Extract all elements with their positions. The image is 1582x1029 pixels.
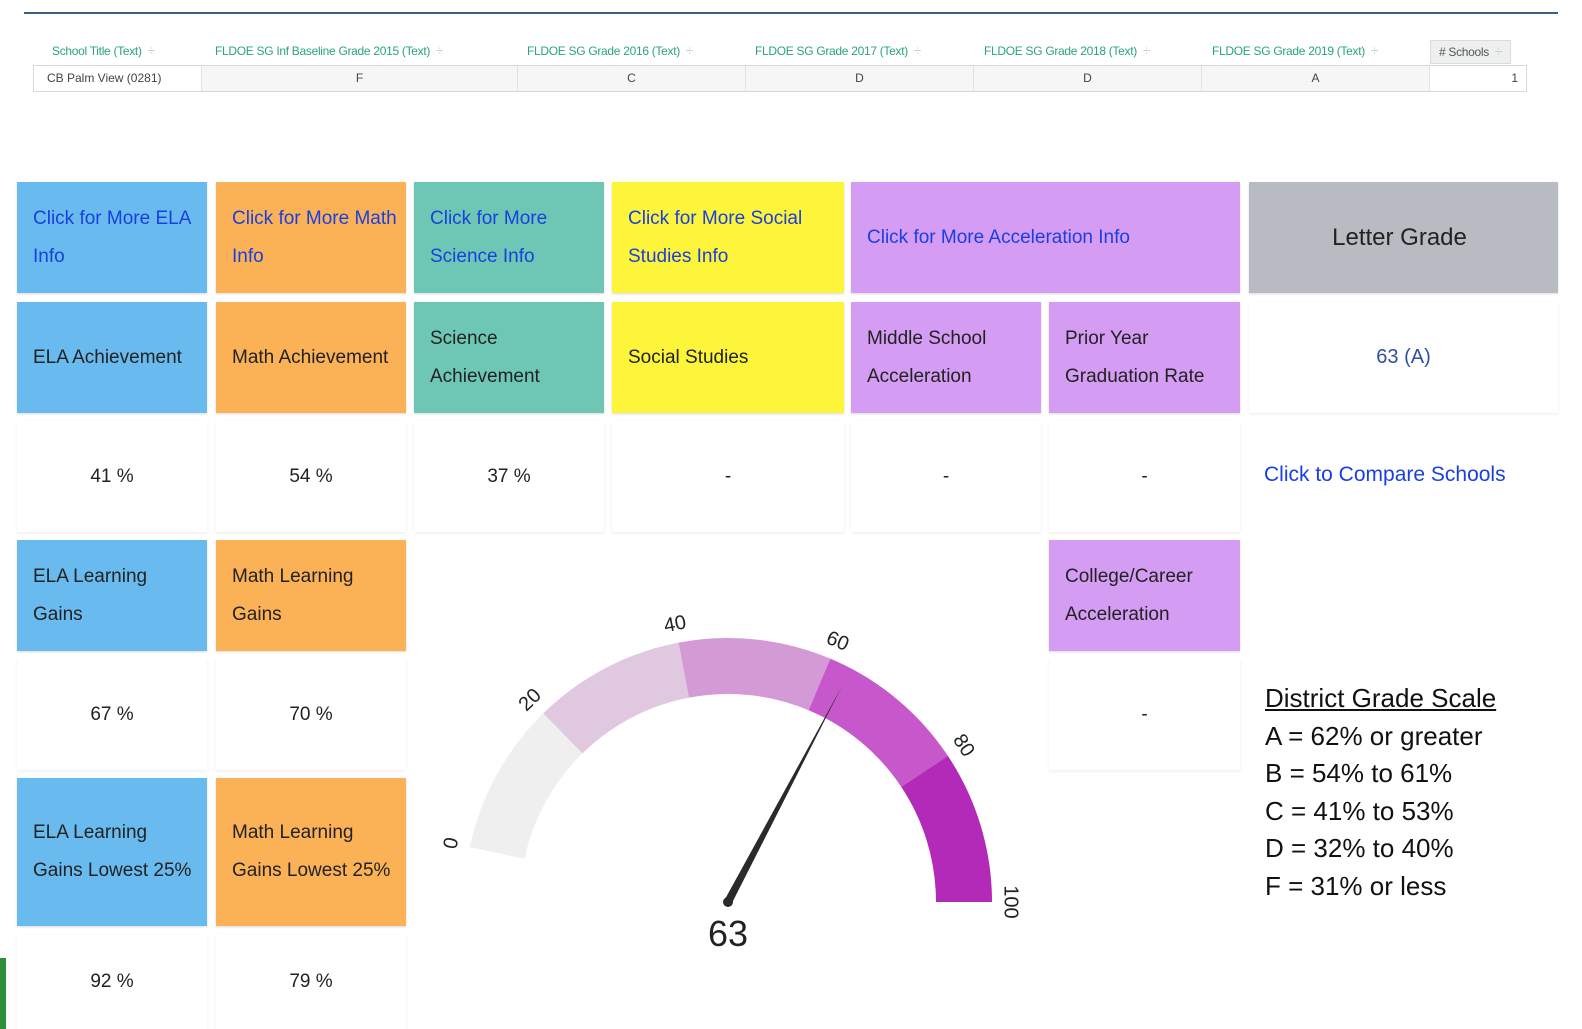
- left-edge-accent: [0, 958, 6, 1029]
- cell-grade-2018: D: [974, 66, 1202, 91]
- cell-schools-count: 1: [1430, 66, 1526, 91]
- math-learning-gains-value: 70 %: [216, 659, 406, 770]
- acceleration-info-link[interactable]: Click for More Acceleration Info: [851, 182, 1240, 293]
- ela-achievement-value: 41 %: [17, 421, 207, 532]
- gauge-value-label: 63: [708, 913, 748, 954]
- ela-learning-gains-value: 67 %: [17, 659, 207, 770]
- sort-icon[interactable]: ÷: [148, 43, 155, 58]
- prior-year-graduation-value: -: [1049, 421, 1240, 532]
- ela-learning-gains-header: ELA Learning Gains: [17, 540, 207, 651]
- sort-icon[interactable]: ÷: [686, 43, 693, 58]
- math-achievement-header: Math Achievement: [216, 302, 406, 413]
- gauge-tick-label: 0: [440, 835, 464, 850]
- math-info-link[interactable]: Click for More Math Info: [216, 182, 406, 293]
- sort-icon[interactable]: ÷: [1143, 43, 1150, 58]
- math-achievement-value: 54 %: [216, 421, 406, 532]
- letter-grade-gauge: 0 20 40 60 80 100 63: [440, 611, 1022, 954]
- col-header-school-title[interactable]: School Title (Text) ÷: [52, 38, 155, 64]
- sort-icon[interactable]: ÷: [914, 43, 921, 58]
- letter-grade-value: 63 (A): [1249, 302, 1558, 413]
- college-career-value: -: [1049, 659, 1240, 770]
- social-studies-header: Social Studies: [612, 302, 844, 413]
- scale-line: B = 54% to 61%: [1265, 758, 1453, 788]
- col-header-grade-2018[interactable]: FLDOE SG Grade 2018 (Text) ÷: [984, 38, 1150, 64]
- gauge-tick-label: 40: [662, 611, 688, 637]
- cell-grade-2016: C: [518, 66, 746, 91]
- gauge-tick-label: 100: [1000, 885, 1022, 918]
- social-studies-info-link[interactable]: Click for More Social Studies Info: [612, 182, 844, 293]
- prior-year-graduation-header: Prior Year Graduation Rate: [1049, 302, 1240, 413]
- college-career-header: College/Career Acceleration: [1049, 540, 1240, 651]
- sort-icon[interactable]: ÷: [1495, 44, 1502, 59]
- gauge-band: [808, 658, 948, 787]
- col-header-schools[interactable]: # Schools ÷: [1430, 40, 1511, 64]
- scale-line: F = 31% or less: [1265, 870, 1447, 901]
- middle-school-acceleration-value: -: [851, 421, 1041, 532]
- scale-title: District Grade Scale: [1265, 683, 1497, 713]
- top-divider: [24, 12, 1558, 14]
- cell-grade-2019: A: [1202, 66, 1430, 91]
- math-lowest-header: Math Learning Gains Lowest 25%: [216, 778, 406, 926]
- sort-icon[interactable]: ÷: [1371, 43, 1378, 58]
- middle-school-acceleration-header: Middle School Acceleration: [851, 302, 1041, 413]
- gauge-tick-label: 60: [823, 627, 852, 656]
- gauge-tick-label: 20: [515, 684, 546, 715]
- table-row[interactable]: CB Palm View (0281) F C D D A 1: [33, 65, 1527, 92]
- science-achievement-value: 37 %: [414, 421, 604, 532]
- gauge-tick-label: 80: [948, 730, 979, 761]
- math-lowest-value: 79 %: [216, 935, 406, 1029]
- col-header-grade-2015[interactable]: FLDOE SG Inf Baseline Grade 2015 (Text) ÷: [215, 38, 443, 64]
- gauge-needle: [724, 686, 842, 904]
- science-info-link[interactable]: Click for More Science Info: [414, 182, 604, 293]
- scale-line: C = 41% to 53%: [1265, 795, 1454, 826]
- ela-achievement-header: ELA Achievement: [17, 302, 207, 413]
- ela-lowest-header: ELA Learning Gains Lowest 25%: [17, 778, 207, 926]
- ela-info-link[interactable]: Click for More ELA Info: [17, 182, 207, 293]
- gauge-needle-hub: [723, 897, 733, 907]
- math-learning-gains-header: Math Learning Gains: [216, 540, 406, 651]
- cell-grade-2015: F: [202, 66, 518, 91]
- sort-icon[interactable]: ÷: [436, 43, 443, 58]
- district-grade-scale: District Grade Scale A = 62% or greater …: [1265, 680, 1496, 905]
- cell-school-title: CB Palm View (0281): [34, 66, 202, 91]
- cell-grade-2017: D: [746, 66, 974, 91]
- compare-schools-link[interactable]: Click to Compare Schools: [1264, 463, 1506, 487]
- scale-line: A = 62% or greater: [1265, 720, 1483, 751]
- col-header-grade-2016[interactable]: FLDOE SG Grade 2016 (Text) ÷: [527, 38, 693, 64]
- col-header-grade-2017[interactable]: FLDOE SG Grade 2017 (Text) ÷: [755, 38, 921, 64]
- science-achievement-header: Science Achievement: [414, 302, 604, 413]
- col-header-grade-2019[interactable]: FLDOE SG Grade 2019 (Text) ÷: [1212, 38, 1378, 64]
- social-studies-value: -: [612, 421, 844, 532]
- gauge-band: [678, 638, 831, 711]
- scale-line: D = 32% to 40%: [1265, 833, 1454, 863]
- ela-lowest-value: 92 %: [17, 935, 207, 1029]
- letter-grade-header: Letter Grade: [1249, 182, 1558, 293]
- filter-table: School Title (Text) ÷ FLDOE SG Inf Baseli…: [33, 38, 1527, 96]
